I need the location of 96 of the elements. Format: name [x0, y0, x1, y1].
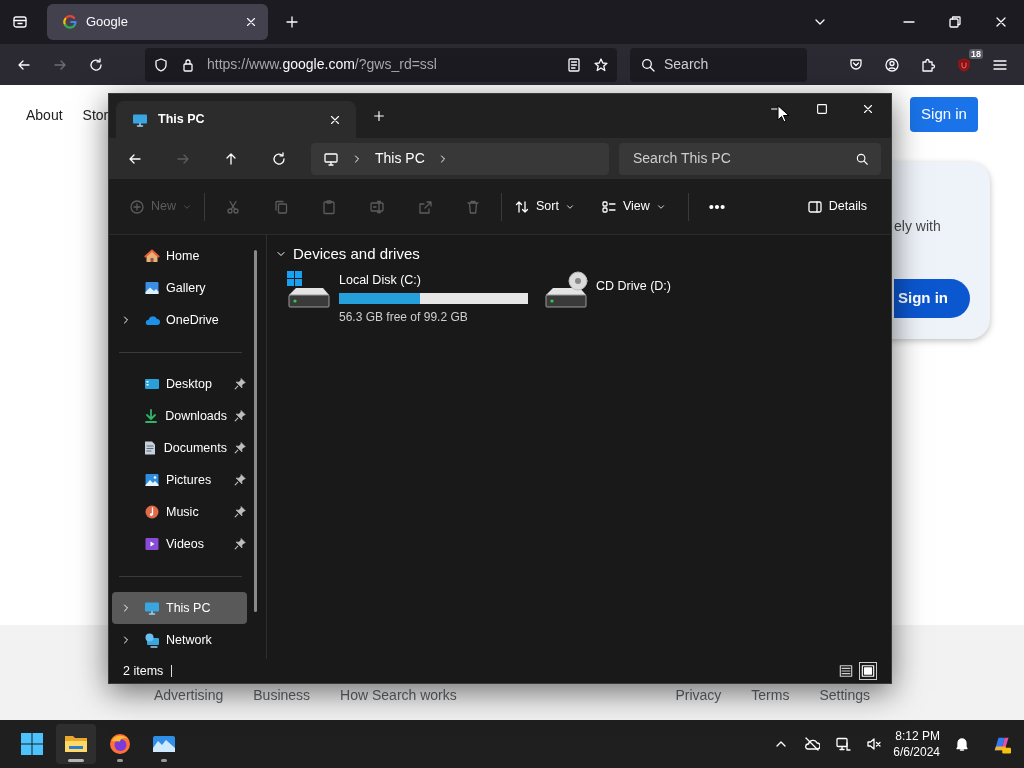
footer-link[interactable]: Privacy [675, 685, 722, 706]
sidebar-item[interactable]: Desktop [112, 368, 247, 400]
maximize-icon[interactable] [815, 102, 829, 116]
pin-icon[interactable] [233, 409, 247, 423]
running-indicator [117, 759, 123, 762]
running-indicator [161, 759, 167, 762]
running-indicator [68, 759, 84, 762]
tiles-view-toggle[interactable] [859, 662, 877, 680]
network-icon[interactable] [834, 736, 851, 752]
sidebar-item[interactable]: Videos [112, 528, 247, 560]
optical-drive-icon [544, 271, 588, 309]
footer-link[interactable]: Business [253, 685, 311, 706]
home-icon [144, 248, 160, 264]
search-field[interactable]: Search This PC [619, 142, 881, 175]
close-icon[interactable] [244, 15, 258, 29]
hard-drive-icon [287, 271, 331, 309]
taskbar-button[interactable] [56, 724, 96, 764]
search-field[interactable]: Search [630, 47, 807, 82]
firefox-icon [108, 732, 132, 756]
monitor-icon [323, 150, 339, 167]
close-icon[interactable] [861, 102, 875, 116]
videos-icon [144, 536, 160, 552]
header-link[interactable]: About [26, 105, 63, 126]
pin-icon[interactable] [233, 473, 247, 487]
reader-view-icon[interactable] [566, 56, 582, 73]
sidebar-item[interactable]: Music [112, 496, 247, 528]
footer-link[interactable]: Terms [751, 685, 790, 706]
window-tab[interactable]: This PC [116, 101, 356, 138]
music-icon [144, 504, 160, 520]
google-logo-icon [62, 14, 78, 30]
browser-tab[interactable]: Google [47, 4, 268, 40]
sidebar-item[interactable]: OneDrive [112, 304, 247, 336]
footer-link[interactable]: Advertising [154, 685, 224, 706]
drive-item[interactable]: Local Disk (C:) 56.3 GB free of 99.2 GB [287, 271, 528, 326]
desktop-icon [144, 376, 160, 392]
account-icon[interactable] [884, 56, 900, 73]
sidebar-item[interactable]: Downloads [112, 400, 247, 432]
breadcrumb-item[interactable]: This PC [375, 148, 425, 169]
restore-icon[interactable] [947, 14, 963, 30]
shield-icon[interactable] [153, 56, 169, 73]
drive-item[interactable]: CD Drive (D:) [544, 271, 671, 309]
header-link[interactable]: Stor [82, 105, 109, 126]
item-count: 2 items [123, 662, 164, 680]
sidebar-item[interactable]: Pictures [112, 464, 247, 496]
pin-icon[interactable] [233, 377, 247, 391]
sign-in-button[interactable]: Sign in [894, 279, 970, 318]
sidebar-item[interactable]: Network [112, 624, 247, 656]
count-badge: 18 [969, 48, 983, 59]
cloud-off-icon[interactable] [803, 736, 820, 752]
search-icon [640, 56, 656, 73]
address-bar[interactable]: https://www.google.com/?gws_rd=ssl [145, 47, 617, 82]
pin-icon[interactable] [233, 441, 247, 455]
pictures-icon [144, 472, 160, 488]
plus-circle-icon [129, 198, 145, 215]
bell-icon[interactable] [953, 736, 970, 752]
url-text: https://www.google.com/?gws_rd=ssl [207, 55, 438, 74]
group-header[interactable]: Devices and drives [275, 243, 891, 265]
sidebar-item[interactable]: Documents [112, 432, 247, 464]
search-icon [855, 151, 869, 166]
puzzle-icon[interactable] [920, 56, 936, 73]
sort-button[interactable]: Sort [506, 190, 583, 223]
scrollbar-thumb[interactable] [254, 250, 257, 612]
sidebar-item[interactable]: Gallery [112, 272, 247, 304]
new-tab-icon[interactable] [284, 14, 300, 30]
tab-list-icon[interactable] [12, 14, 28, 30]
search-input[interactable]: Search This PC [633, 148, 847, 169]
computer-icon [144, 600, 160, 616]
pocket-icon[interactable] [848, 56, 864, 73]
cursor-icon [777, 105, 789, 123]
start-icon[interactable] [20, 732, 44, 756]
star-icon[interactable] [593, 56, 609, 73]
new-tab-icon[interactable] [372, 109, 386, 123]
reload-icon[interactable] [88, 56, 104, 73]
clock[interactable]: 8:12 PM 6/6/2024 [889, 728, 946, 760]
downloads-icon [143, 408, 160, 424]
details-button[interactable]: Details [798, 190, 875, 223]
sign-in-button[interactable]: Sign in [910, 97, 978, 132]
gallery-icon [144, 280, 160, 296]
search-input[interactable]: Search [664, 54, 797, 75]
lock-icon[interactable] [180, 56, 196, 73]
pin-icon[interactable] [233, 537, 247, 551]
card-text: ely with [894, 217, 942, 236]
address-bar[interactable]: This PC [311, 142, 609, 175]
panel-icon [806, 198, 823, 215]
details-view-toggle[interactable] [837, 662, 855, 680]
free-space-text: 56.3 GB free of 99.2 GB [339, 308, 469, 326]
view-icon [600, 198, 617, 215]
sidebar-item[interactable]: This PC [112, 592, 247, 624]
network-icon [144, 632, 160, 648]
view-button[interactable]: View [592, 190, 674, 223]
refresh-icon[interactable] [271, 150, 287, 167]
footer-link[interactable]: How Search works [340, 685, 457, 706]
footer-link[interactable]: Settings [819, 685, 870, 706]
muted-speaker-icon[interactable] [865, 736, 882, 752]
sidebar-item[interactable]: Home [112, 240, 247, 272]
pin-icon[interactable] [233, 505, 247, 519]
